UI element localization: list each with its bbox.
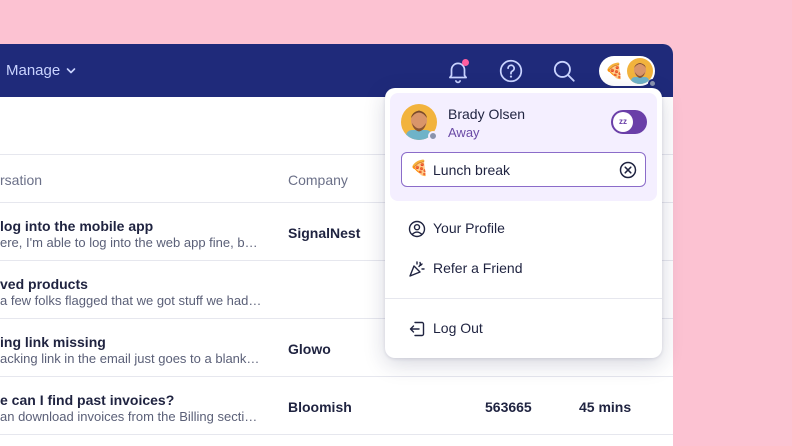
clear-status-icon[interactable]	[619, 161, 637, 179]
table-row[interactable]: e can I find past invoices? an download …	[0, 377, 673, 435]
user-menu-button[interactable]: 🍕	[599, 56, 657, 88]
snooze-icon: zz	[613, 112, 633, 132]
away-status-dot	[648, 79, 657, 88]
conversation-title: ing link missing	[0, 334, 106, 350]
menu-item-label: Refer a Friend	[433, 260, 523, 276]
user-menu-dropdown: Brady Olsen Away zz 🍕 Your Profile Refer…	[385, 88, 662, 358]
away-status-dot	[428, 131, 438, 141]
user-status-text: Away	[448, 125, 480, 140]
column-header-company[interactable]: Company	[288, 172, 348, 188]
custom-status-field[interactable]: 🍕	[401, 152, 646, 187]
conversation-snippet: an download invoices from the Billing se…	[0, 409, 263, 424]
menu-item-your-profile[interactable]: Your Profile	[385, 210, 662, 246]
search-icon	[553, 60, 575, 82]
chevron-down-icon	[66, 67, 76, 73]
logout-icon	[409, 321, 425, 337]
conversation-snippet: a few folks flagged that we got stuff we…	[0, 293, 263, 308]
search-button[interactable]	[551, 58, 577, 84]
notifications-button[interactable]	[445, 58, 471, 84]
conversation-time: 45 mins	[579, 399, 632, 415]
column-header-conversation[interactable]: rsation	[0, 172, 42, 188]
custom-status-input[interactable]	[433, 159, 613, 181]
menu-item-label: Log Out	[433, 320, 483, 336]
help-button[interactable]	[498, 58, 524, 84]
conversation-title: e can I find past invoices?	[0, 392, 175, 408]
company-name: Glowo	[288, 341, 331, 357]
menu-item-log-out[interactable]: Log Out	[385, 310, 662, 346]
user-name: Brady Olsen	[448, 106, 526, 122]
menu-item-label: Your Profile	[433, 220, 505, 236]
conversation-snippet: acking link in the email just goes to a …	[0, 351, 263, 366]
user-status-panel: Brady Olsen Away zz 🍕	[390, 93, 657, 201]
party-popper-icon	[409, 261, 425, 277]
status-emoji-picker[interactable]: 🍕	[410, 161, 429, 176]
user-circle-icon	[408, 220, 426, 238]
menu-divider	[385, 298, 662, 299]
manage-menu-button[interactable]: Manage	[6, 62, 76, 79]
status-emoji: 🍕	[605, 62, 624, 80]
conversation-title: log into the mobile app	[0, 218, 154, 234]
company-name: SignalNest	[288, 225, 361, 241]
conversation-snippet: ere, I'm able to log into the web app fi…	[0, 235, 263, 250]
company-name: Bloomish	[288, 399, 352, 415]
menu-item-refer-a-friend[interactable]: Refer a Friend	[385, 250, 662, 286]
notification-dot	[462, 59, 469, 66]
manage-label: Manage	[6, 62, 61, 79]
conversation-number: 563665	[485, 399, 532, 415]
away-toggle[interactable]: zz	[611, 110, 647, 134]
dropdown-avatar	[401, 104, 438, 141]
conversation-title: ved products	[0, 276, 88, 292]
help-icon	[499, 59, 523, 83]
